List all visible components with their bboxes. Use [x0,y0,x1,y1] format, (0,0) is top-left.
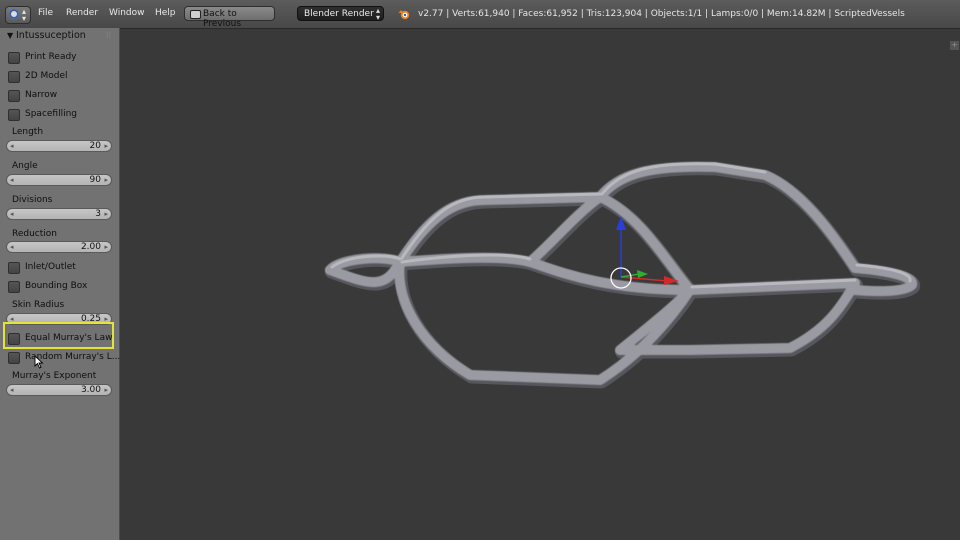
angle-label: Angle [12,161,38,171]
angle-field[interactable]: ◂ 90 ▸ [6,174,112,186]
increment-arrow-icon[interactable]: ▸ [104,242,108,252]
menu-window[interactable]: Window [109,8,145,18]
angle-value: 90 [89,175,101,185]
increment-arrow-icon[interactable]: ▸ [104,385,108,395]
skin-radius-label: Skin Radius [12,300,65,310]
x-axis-arrow[interactable] [620,276,669,282]
reduction-label: Reduction [12,229,57,239]
reduction-field[interactable]: ◂ 2.00 ▸ [6,241,112,253]
checkbox-box[interactable] [8,71,20,83]
increment-arrow-icon[interactable]: ▸ [104,209,108,219]
decrement-arrow-icon[interactable]: ◂ [10,385,14,395]
decrement-arrow-icon[interactable]: ◂ [10,242,14,252]
murrays-exponent-label: Murray's Exponent [12,371,97,381]
decrement-arrow-icon[interactable]: ◂ [10,175,14,185]
editor-type-button[interactable]: ▴ ▾ [5,6,31,24]
checkbox-box[interactable] [8,281,20,293]
collapse-triangle-icon: ▼ [7,31,14,40]
back-to-previous-button[interactable]: Back to Previous [184,6,275,29]
checkbox-box[interactable] [8,333,20,345]
checkbox-label: Spacefilling [25,109,78,119]
checkbox-box[interactable] [8,90,20,102]
render-engine-dropdown[interactable]: Blender Render ▴ ▾ [297,6,384,22]
length-value: 20 [89,141,101,151]
checkbox-box[interactable] [8,109,20,121]
menu-file[interactable]: File [38,8,53,18]
checkbox-label: Bounding Box [25,281,88,291]
increment-arrow-icon[interactable]: ▸ [104,175,108,185]
checkbox-label: Narrow [25,90,58,100]
back-to-previous-label: Back to Previous [203,9,242,29]
chevron-updown-icon: ▴ ▾ [22,7,27,23]
drag-grip-icon[interactable]: ⁝⁝ [106,31,111,40]
divisions-label: Divisions [12,195,53,205]
increment-arrow-icon[interactable]: ▸ [104,141,108,151]
mouse-pointer-icon [34,355,44,369]
reduction-value: 2.00 [80,242,101,252]
menu-render[interactable]: Render [66,8,98,18]
murrays-exponent-field[interactable]: ◂ 3.00 ▸ [6,384,112,396]
chevron-updown-icon: ▴ ▾ [375,6,380,22]
checkbox-label: Equal Murray's Law [25,333,113,343]
blender-logo-icon [398,10,410,20]
panel-title: Intussuception [16,30,86,41]
divisions-value: 3 [95,209,101,219]
checkbox-box[interactable] [8,352,20,364]
checkbox-label: Print Ready [25,52,77,62]
screen-icon [190,10,201,19]
murrays-exponent-value: 3.00 [80,385,101,395]
scene-statistics: v2.77 | Verts:61,940 | Faces:61,952 | Tr… [418,9,905,19]
y-axis-head-icon[interactable] [637,270,648,278]
info-header: ▴ ▾ File Render Window Help Back to Previ… [0,0,960,29]
length-field[interactable]: ◂ 20 ▸ [6,140,112,152]
menu-help[interactable]: Help [155,8,176,18]
checkbox-label: 2D Model [25,71,68,81]
length-label: Length [12,127,44,137]
decrement-arrow-icon[interactable]: ◂ [10,141,14,151]
decrement-arrow-icon[interactable]: ◂ [10,209,14,219]
panel-header[interactable]: ▼ Intussuception ⁝⁝ [0,28,119,44]
checkbox-box[interactable] [8,52,20,64]
divisions-field[interactable]: ◂ 3 ▸ [6,208,112,220]
region-expand-icon[interactable]: + [950,41,959,50]
3d-viewport[interactable] [120,28,960,540]
info-editor-icon [9,9,19,19]
render-engine-label: Blender Render [304,9,374,19]
vessel-mesh[interactable] [325,161,920,389]
checkbox-label: Inlet/Outlet [25,262,76,272]
checkbox-box[interactable] [8,262,20,274]
